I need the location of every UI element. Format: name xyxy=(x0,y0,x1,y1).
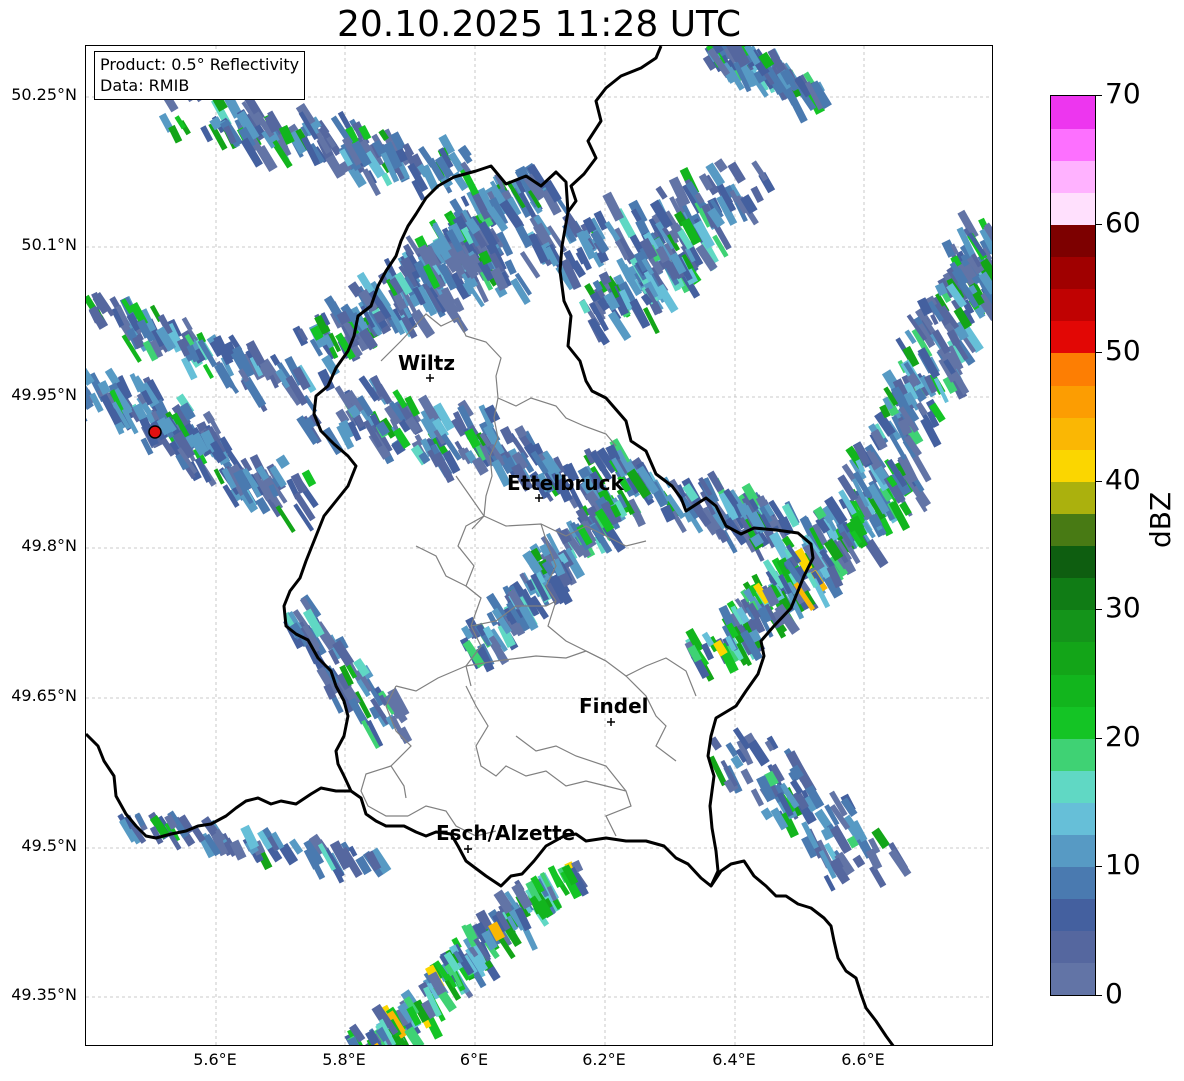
colorbar-unit: dBZ xyxy=(1144,491,1177,548)
echo-cell xyxy=(751,160,768,182)
colorbar-tick xyxy=(1096,737,1102,739)
lon-label: 6.6°E xyxy=(841,1050,885,1069)
city-label-esch-alzette: Esch/Alzette xyxy=(436,821,575,845)
lat-label: 49.95°N xyxy=(11,385,77,404)
colorbar-segment xyxy=(1051,641,1095,675)
colorbar-segment xyxy=(1051,834,1095,868)
product-label: Product: 0.5° Reflectivity xyxy=(100,55,300,74)
echo-cell xyxy=(275,454,290,470)
colorbar-segment xyxy=(1051,706,1095,739)
colorbar-segment xyxy=(1051,802,1095,836)
city-label-findel: Findel xyxy=(579,694,649,718)
lat-label: 49.65°N xyxy=(11,686,77,705)
radar-echoes xyxy=(86,46,992,1045)
lon-label: 6°E xyxy=(459,1050,489,1069)
colorbar-segment xyxy=(1051,384,1095,418)
lon-label: 6.2°E xyxy=(582,1050,626,1069)
city-label-ettelbruck: Ettelbruck xyxy=(507,471,624,495)
colorbar-segment xyxy=(1051,256,1095,290)
colorbar-tick xyxy=(1096,609,1102,611)
colorbar-segment xyxy=(1051,898,1095,932)
colorbar-tick-label: 50 xyxy=(1105,334,1141,368)
lat-label: 50.1°N xyxy=(21,235,77,254)
radar-map[interactable]: Wiltz Ettelbruck Findel Esch/Alzette xyxy=(85,45,993,1046)
echo-cell xyxy=(725,742,739,758)
colorbar-segment xyxy=(1051,673,1095,707)
colorbar-segment xyxy=(1051,288,1095,322)
echo-cell xyxy=(865,848,883,871)
colorbar-segment xyxy=(1051,609,1095,643)
lat-label: 50.25°N xyxy=(11,85,77,104)
colorbar-segment xyxy=(1051,352,1095,386)
city-label-wiltz: Wiltz xyxy=(398,351,455,375)
colorbar-tick xyxy=(1096,866,1102,868)
colorbar-segment xyxy=(1051,866,1095,900)
colorbar-segment xyxy=(1051,417,1095,450)
colorbar-tick-label: 20 xyxy=(1105,719,1141,753)
colorbar-segment xyxy=(1051,128,1095,161)
colorbar-tick-label: 10 xyxy=(1105,848,1141,882)
colorbar-segment xyxy=(1051,320,1095,354)
colorbar-segment xyxy=(1051,96,1095,129)
echo-cell xyxy=(275,505,296,533)
lon-label: 6.4°E xyxy=(712,1050,756,1069)
colorbar-tick xyxy=(1096,352,1102,354)
lat-label: 49.8°N xyxy=(21,536,77,555)
colorbar-segment xyxy=(1051,770,1095,803)
colorbar-segment xyxy=(1051,738,1095,771)
colorbar-segment xyxy=(1051,513,1095,547)
echo-cell xyxy=(888,848,912,878)
colorbar-segment xyxy=(1051,577,1095,611)
colorbar-tick xyxy=(1096,480,1102,482)
colorbar-tick-label: 30 xyxy=(1105,591,1141,625)
echo-cell xyxy=(602,191,624,222)
lat-label: 49.5°N xyxy=(21,836,77,855)
colorbar-segment xyxy=(1051,192,1095,226)
colorbar-tick-label: 0 xyxy=(1105,977,1123,1010)
echo-cell xyxy=(181,316,193,332)
colorbar-tick-label: 60 xyxy=(1105,205,1141,239)
colorbar-tick xyxy=(1096,95,1102,96)
echo-cell xyxy=(655,185,668,200)
echo-cell xyxy=(460,195,470,207)
colorbar xyxy=(1050,95,1096,996)
map-title: 20.10.2025 11:28 UTC xyxy=(336,4,742,45)
colorbar-tick xyxy=(1096,223,1102,225)
echo-cell xyxy=(240,824,260,850)
lon-label: 5.8°E xyxy=(322,1050,366,1069)
colorbar-segment xyxy=(1051,930,1095,964)
colorbar-segment xyxy=(1051,449,1095,482)
map-canvas: Wiltz Ettelbruck Findel Esch/Alzette xyxy=(86,46,992,1045)
colorbar-segment xyxy=(1051,160,1095,193)
echo-cell xyxy=(168,124,183,144)
echo-cell xyxy=(740,768,754,785)
echo-cell xyxy=(760,807,774,821)
echo-cell xyxy=(750,185,764,203)
colorbar-segment xyxy=(1051,545,1095,579)
product-info-box: Product: 0.5° Reflectivity Data: RMIB xyxy=(94,51,306,100)
lat-label: 49.35°N xyxy=(11,985,77,1004)
echo-cell xyxy=(727,161,746,184)
colorbar-segment xyxy=(1051,224,1095,258)
echo-cell xyxy=(852,854,866,869)
colorbar-tick xyxy=(1096,995,1102,996)
radar-site-marker xyxy=(148,425,162,439)
data-source-label: Data: RMIB xyxy=(100,76,190,95)
colorbar-tick-label: 40 xyxy=(1105,462,1141,496)
colorbar-tick-label: 70 xyxy=(1105,77,1141,110)
canton-boundaries xyxy=(360,313,697,837)
lon-label: 5.6°E xyxy=(193,1050,237,1069)
colorbar-segment xyxy=(1051,481,1095,514)
colorbar-segment xyxy=(1051,962,1095,995)
